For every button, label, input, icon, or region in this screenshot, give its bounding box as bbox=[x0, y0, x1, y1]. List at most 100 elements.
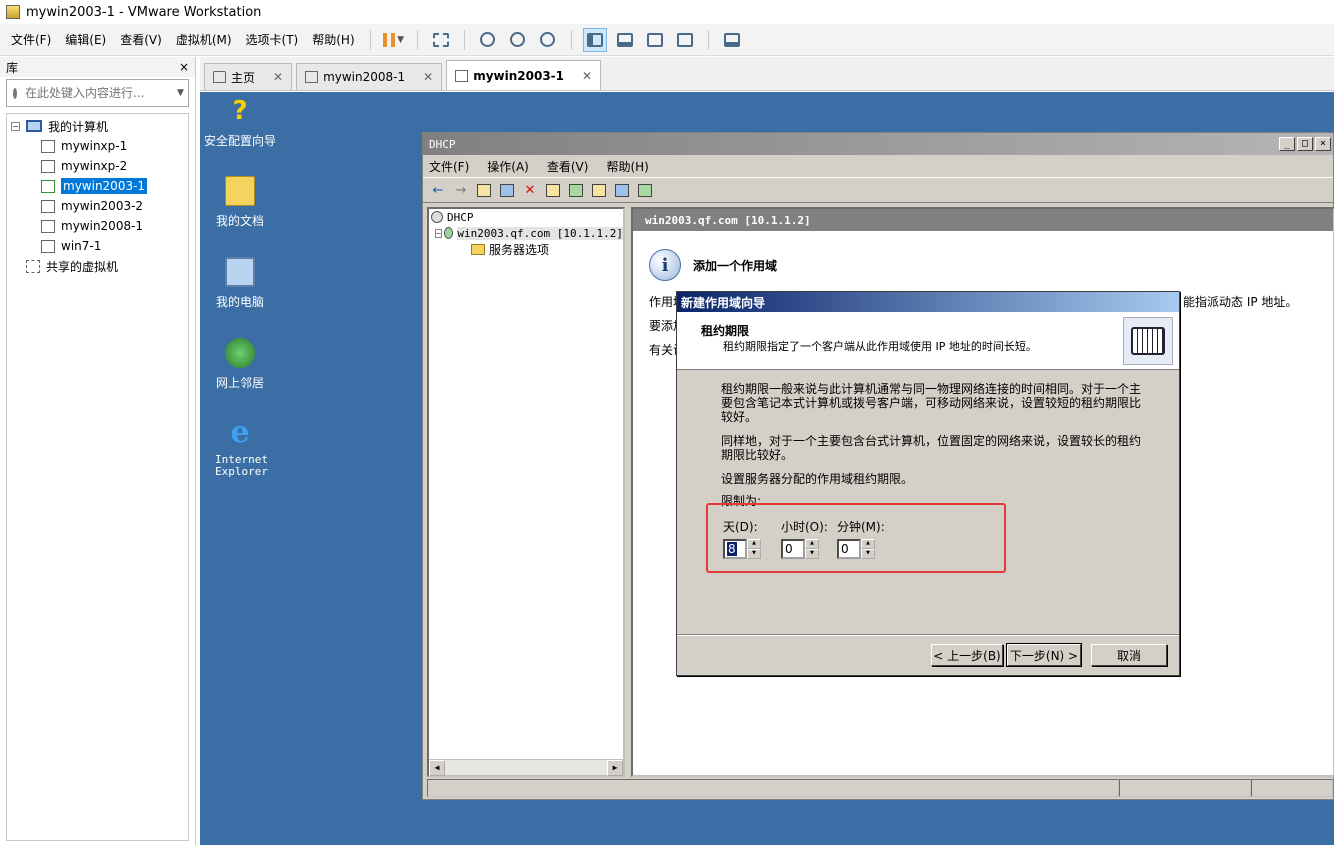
unity-icon bbox=[676, 32, 693, 47]
folder-icon bbox=[471, 243, 485, 255]
chevron-down-icon: ▼ bbox=[397, 34, 405, 45]
dhcp-menu-help[interactable]: 帮助(H) bbox=[606, 158, 648, 175]
toolbar-separator bbox=[570, 29, 572, 50]
info-title: 添加一个作用域 bbox=[693, 258, 778, 273]
tree-label: mywin2003-1 bbox=[61, 178, 148, 194]
tree-item-shared-vms[interactable]: 共享的虚拟机 bbox=[7, 256, 188, 276]
fullscreen-button[interactable] bbox=[643, 28, 667, 52]
tree-item-vm[interactable]: mywin2008-1 bbox=[7, 216, 188, 236]
snapshot-manager-icon bbox=[540, 32, 556, 47]
wizard-paragraph: 租约期限一般来说与此计算机通常与同一物理网络连接的时间相同。对于一个主要包含笔记… bbox=[721, 382, 1142, 424]
dhcp-menu-view[interactable]: 查看(V) bbox=[547, 158, 589, 175]
show-thumbnail-button[interactable] bbox=[613, 28, 637, 52]
refresh-icon[interactable] bbox=[567, 181, 585, 199]
show-library-button[interactable] bbox=[582, 27, 607, 52]
pause-button[interactable]: ▼ bbox=[382, 28, 406, 52]
scroll-right-icon[interactable]: ▶ bbox=[607, 760, 623, 776]
desktop-icon-my-computer[interactable]: 我的电脑 bbox=[200, 257, 280, 310]
close-icon[interactable]: ✕ bbox=[273, 70, 283, 84]
desktop-icon-network[interactable]: 网上邻居 bbox=[200, 338, 280, 391]
take-snapshot-button[interactable] bbox=[476, 28, 500, 52]
library-search[interactable]: ▼ bbox=[6, 79, 189, 107]
collapse-icon[interactable]: − bbox=[11, 121, 20, 131]
delete-icon[interactable]: ✕ bbox=[521, 181, 539, 199]
server-icon bbox=[444, 227, 454, 239]
desktop-icon-label: Internet Explorer bbox=[215, 453, 268, 478]
scroll-left-icon[interactable]: ◀ bbox=[429, 760, 445, 776]
vmware-title-bar: mywin2003-1 - VMware Workstation bbox=[0, 0, 1334, 24]
close-icon[interactable]: ✕ bbox=[582, 69, 592, 83]
library-search-input[interactable] bbox=[25, 86, 175, 100]
menu-view[interactable]: 查看(V) bbox=[113, 31, 169, 48]
forward-arrow-icon[interactable]: → bbox=[452, 181, 470, 199]
chevron-down-icon[interactable]: ▼ bbox=[177, 88, 184, 98]
snapshot-manager-button[interactable] bbox=[536, 28, 560, 52]
menu-help[interactable]: 帮助(H) bbox=[305, 31, 361, 48]
dhcp-tree-pane: DHCP − win2003.qf.com [10.1.1.2] 服务器选项 ◀… bbox=[427, 207, 625, 777]
wizard-paragraph: 同样地，对于一个主要包含台式计算机，位置固定的网络来说，设置较长的租约期限比较好… bbox=[721, 434, 1142, 462]
dhcp-title-bar: DHCP _ □ × bbox=[423, 133, 1333, 155]
tab-home[interactable]: 主页 ✕ bbox=[204, 63, 293, 90]
tree-item-vm[interactable]: mywinxp-1 bbox=[7, 136, 188, 156]
tree-item-vm-selected[interactable]: mywin2003-1 bbox=[7, 176, 188, 196]
status-pane bbox=[1251, 779, 1333, 797]
vm-icon bbox=[305, 71, 319, 83]
dhcp-menu-file[interactable]: 文件(F) bbox=[429, 158, 469, 175]
back-arrow-icon[interactable]: ← bbox=[429, 181, 447, 199]
library-close-button[interactable]: × bbox=[179, 60, 189, 74]
home-icon bbox=[213, 71, 226, 83]
tab-mywin2003-1[interactable]: mywin2003-1 ✕ bbox=[446, 60, 602, 90]
tree-item-server[interactable]: − win2003.qf.com [10.1.1.2] bbox=[429, 225, 623, 241]
properties-icon[interactable] bbox=[544, 181, 562, 199]
back-button[interactable]: < 上一步(B) bbox=[931, 644, 1003, 666]
tree-item-vm[interactable]: mywin2003-2 bbox=[7, 196, 188, 216]
wizard-page-subtitle: 租约期限指定了一个客户端从此作用域使用 IP 地址的时间长短。 bbox=[723, 340, 1037, 353]
desktop-icon-label: 安全配置向导 bbox=[203, 134, 276, 148]
tree-item-server-options[interactable]: 服务器选项 bbox=[429, 241, 623, 257]
dhcp-menu-action[interactable]: 操作(A) bbox=[487, 158, 529, 175]
desktop-icon-label: 网上邻居 bbox=[215, 376, 264, 390]
cancel-button[interactable]: 取消 bbox=[1091, 644, 1167, 666]
tree-label: mywin2003-2 bbox=[61, 199, 144, 213]
computer-icon bbox=[26, 120, 42, 132]
details-header: win2003.qf.com [10.1.1.2] bbox=[633, 209, 1333, 231]
close-button[interactable]: × bbox=[1315, 137, 1331, 151]
tree-item-vm[interactable]: mywinxp-2 bbox=[7, 156, 188, 176]
menu-tabs[interactable]: 选项卡(T) bbox=[239, 31, 306, 48]
tree-item-dhcp-root[interactable]: DHCP bbox=[429, 209, 623, 225]
tab-mywin2008-1[interactable]: mywin2008-1 ✕ bbox=[296, 63, 443, 90]
help-icon[interactable] bbox=[590, 181, 608, 199]
send-ctrl-alt-del-button[interactable] bbox=[429, 28, 453, 52]
tab-label: mywin2008-1 bbox=[323, 70, 406, 84]
monitor-icon[interactable] bbox=[636, 181, 654, 199]
info-section: i 添加一个作用域 bbox=[649, 249, 777, 281]
export-list-icon[interactable] bbox=[613, 181, 631, 199]
revert-snapshot-button[interactable] bbox=[506, 28, 530, 52]
minimize-button[interactable]: _ bbox=[1279, 137, 1295, 151]
desktop-icon-internet-explorer[interactable]: e Internet Explorer bbox=[200, 418, 280, 478]
menu-edit[interactable]: 编辑(E) bbox=[58, 31, 113, 48]
library-panel: 库 × ▼ − 我的计算机 mywinxp-1 mywinxp-2 mywin2… bbox=[0, 57, 196, 845]
toolbar-separator bbox=[707, 29, 709, 50]
desktop-icon-security-wizard[interactable]: ? 安全配置向导 bbox=[200, 96, 280, 149]
unity-button[interactable] bbox=[673, 28, 697, 52]
tree-item-my-computer[interactable]: − 我的计算机 bbox=[7, 116, 188, 136]
internet-explorer-icon: e bbox=[230, 415, 250, 450]
console-view-button[interactable] bbox=[720, 28, 744, 52]
close-icon[interactable]: ✕ bbox=[423, 70, 433, 84]
next-button[interactable]: 下一步(N) > bbox=[1006, 643, 1082, 667]
tree-item-vm[interactable]: win7-1 bbox=[7, 236, 188, 256]
up-folder-icon[interactable] bbox=[475, 181, 493, 199]
show-hide-tree-icon[interactable] bbox=[498, 181, 516, 199]
maximize-button[interactable]: □ bbox=[1297, 137, 1313, 151]
menu-vm[interactable]: 虚拟机(M) bbox=[169, 31, 239, 48]
collapse-icon[interactable]: − bbox=[435, 228, 443, 238]
vm-icon bbox=[41, 239, 55, 253]
menu-file[interactable]: 文件(F) bbox=[4, 31, 58, 48]
horizontal-scrollbar[interactable]: ◀ ▶ bbox=[429, 759, 623, 776]
status-pane bbox=[1119, 779, 1251, 797]
desktop-icon-my-documents[interactable]: 我的文档 bbox=[200, 176, 280, 229]
wizard-title-bar: 新建作用域向导 bbox=[677, 292, 1179, 312]
library-header: 库 × bbox=[0, 57, 195, 77]
dhcp-toolbar: ← → ✕ bbox=[423, 177, 1333, 203]
